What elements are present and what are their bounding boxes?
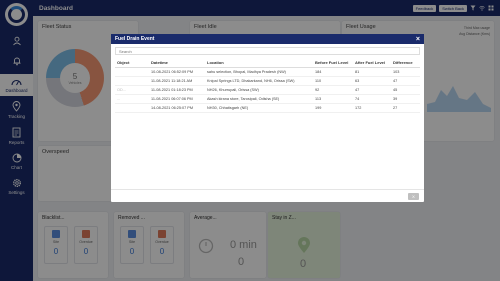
column-header[interactable]: Location [205, 58, 313, 68]
cell-location: Knipal Springs LTD, Dhakarkand, NH6, Ori… [205, 76, 313, 86]
table-row[interactable]: 11-08-2021 11:18:21 AM Knipal Springs LT… [115, 76, 420, 86]
modal-footer: X [111, 189, 424, 202]
cell-datetime: 11-08-2021 06:07:06 PM [149, 94, 205, 104]
fuel-drain-event-modal: Fuel Drain Event × Object Datetime Locat… [111, 34, 424, 202]
column-header[interactable]: Datetime [149, 58, 205, 68]
cell-difference: 47 [391, 76, 420, 86]
cell-after: 172 [353, 103, 391, 113]
cell-location: sahu selection, Bhopal, Madhya Pradesh (… [205, 67, 313, 77]
modal-close-button[interactable]: X [408, 193, 419, 200]
cell-datetime: 11-08-2021 11:18:21 AM [149, 76, 205, 86]
column-header[interactable]: Difference [391, 58, 420, 68]
table-row[interactable]: OD... 11-08-2021 01:18:23 PM NH26, Khurr… [115, 85, 420, 95]
cell-after: 74 [353, 94, 391, 104]
cell-after: 63 [353, 76, 391, 86]
table-row[interactable]: ... 11-08-2021 06:07:06 PM Akash kirana … [115, 94, 420, 104]
search-box[interactable] [115, 47, 420, 55]
cell-object [115, 76, 149, 86]
cell-before: 113 [313, 94, 353, 104]
cell-object: ... [115, 94, 149, 104]
cell-object: OD... [115, 85, 149, 95]
cell-object [115, 103, 149, 113]
table-header-row: Object Datetime Location Before Fuel Lev… [115, 58, 420, 68]
cell-difference: 27 [391, 103, 420, 113]
modal-header: Fuel Drain Event × [111, 34, 424, 44]
cell-location: NH30, Chhatisgarh (NE) [205, 103, 313, 113]
cell-before: 184 [313, 67, 353, 77]
cell-datetime: 10-08-2021 06:52:09 PM [149, 67, 205, 77]
cell-location: NH26, Khurrupali, Orissa (SW) [205, 85, 313, 95]
cell-before: 110 [313, 76, 353, 86]
cell-difference: 45 [391, 85, 420, 95]
cell-location: Akash kirana store, Tarosipali, Odisha (… [205, 94, 313, 104]
cell-after: 47 [353, 85, 391, 95]
column-header[interactable]: Object [115, 58, 149, 68]
cell-after: 81 [353, 67, 391, 77]
cell-datetime: 11-08-2021 01:18:23 PM [149, 85, 205, 95]
close-icon[interactable]: × [416, 36, 420, 43]
cell-difference: 103 [391, 67, 420, 77]
cell-difference: 39 [391, 94, 420, 104]
cell-before: 92 [313, 85, 353, 95]
column-header[interactable]: After Fuel Level [353, 58, 391, 68]
cell-before: 199 [313, 103, 353, 113]
fuel-drain-table: Object Datetime Location Before Fuel Lev… [115, 58, 420, 113]
cell-object [115, 67, 149, 77]
search-input[interactable] [119, 48, 416, 54]
cell-datetime: 14-08-2021 06:25:07 PM [149, 103, 205, 113]
modal-title: Fuel Drain Event [115, 36, 155, 42]
table-row[interactable]: 10-08-2021 06:52:09 PM sahu selection, B… [115, 67, 420, 77]
column-header[interactable]: Before Fuel Level [313, 58, 353, 68]
table-row[interactable]: 14-08-2021 06:25:07 PM NH30, Chhatisgarh… [115, 103, 420, 113]
